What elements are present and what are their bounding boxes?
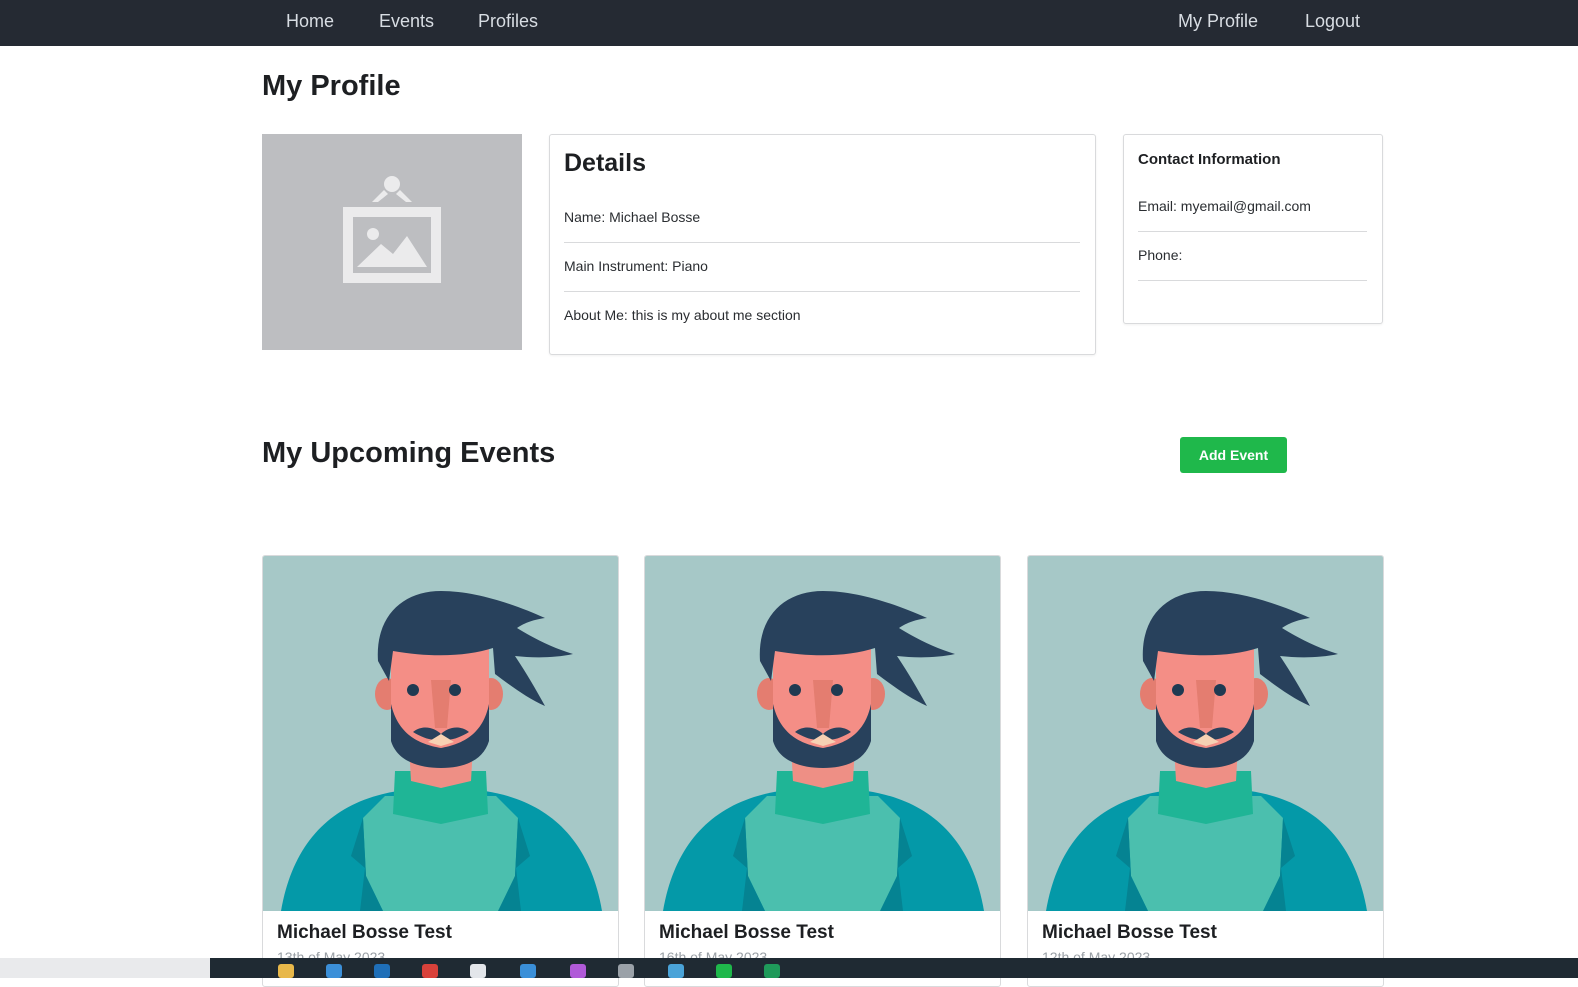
nav-profiles-link[interactable]: Profiles [478,11,538,32]
event-card[interactable]: Michael Bosse Test 13th of May 2023 [262,555,619,987]
store-icon[interactable] [326,964,342,978]
app-icon[interactable] [764,964,780,978]
event-card[interactable]: Michael Bosse Test 16th of May 2023 [644,555,1001,987]
bearded-man-avatar-icon [281,591,602,911]
event-image [263,556,618,911]
app-icon[interactable] [668,964,684,978]
divider [1138,231,1367,232]
add-event-button[interactable]: Add Event [1180,437,1287,473]
details-title: Details [564,149,646,177]
app-icon[interactable] [374,964,390,978]
image-placeholder-icon [343,176,441,283]
nav-logout-link[interactable]: Logout [1305,11,1360,32]
event-title: Michael Bosse Test [1042,922,1217,943]
event-card[interactable]: Michael Bosse Test 12th of May 2023 [1027,555,1384,987]
divider [564,291,1080,292]
navbar: Home Events Profiles My Profile Logout [0,0,1578,46]
bearded-man-avatar-icon [663,591,984,911]
event-title: Michael Bosse Test [277,922,452,943]
events-section-title: My Upcoming Events [262,437,556,469]
app-icon[interactable] [618,964,634,978]
detail-instrument: Main Instrument: Piano [564,258,708,274]
browser-icon[interactable] [422,964,438,978]
divider [564,242,1080,243]
os-taskbar [0,958,1578,978]
details-card: Details Name: Michael Bosse Main Instrum… [549,134,1096,355]
nav-home-link[interactable]: Home [286,11,334,32]
profile-image [262,134,522,350]
chrome-icon[interactable] [470,964,486,978]
detail-about: About Me: this is my about me section [564,307,801,323]
event-image [645,556,1000,911]
contact-title: Contact Information [1138,151,1281,168]
spotify-icon[interactable] [716,964,732,978]
app-icon[interactable] [570,964,586,978]
detail-name: Name: Michael Bosse [564,209,701,225]
vscode-icon[interactable] [520,964,536,978]
folder-icon[interactable] [278,964,294,978]
contact-email: Email: myemail@gmail.com [1138,198,1311,214]
contact-phone: Phone: [1138,247,1183,263]
divider [1138,280,1367,281]
contact-card: Contact Information Email: myemail@gmail… [1123,134,1383,324]
page-title: My Profile [262,70,401,102]
event-title: Michael Bosse Test [659,922,834,943]
nav-my-profile-link[interactable]: My Profile [1178,11,1258,32]
bearded-man-avatar-icon [1046,591,1367,911]
taskbar-widget-area [0,958,210,978]
nav-events-link[interactable]: Events [379,11,434,32]
event-image [1028,556,1383,911]
